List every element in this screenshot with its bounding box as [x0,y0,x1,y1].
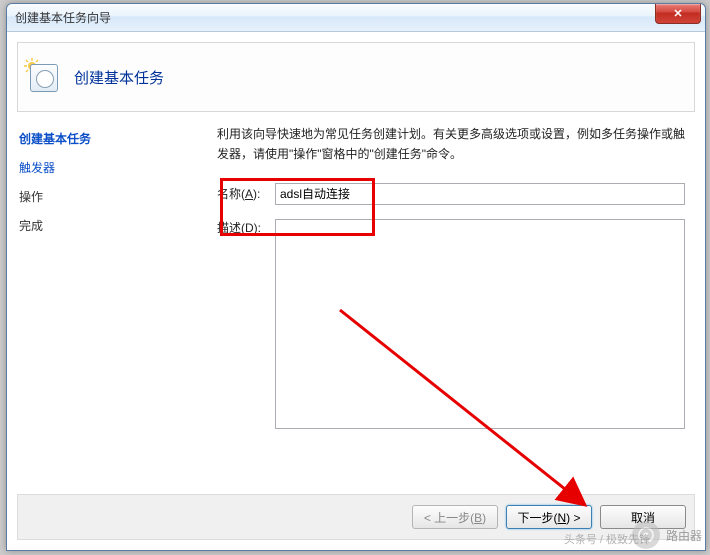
button-footer: < 上一步(B) 下一步(N) > 取消 [17,494,695,540]
page-title: 创建基本任务 [74,67,164,88]
body-split: 创建基本任务 触发器 操作 完成 利用该向导快速地为常见任务创建计划。有关更多高… [17,116,695,498]
next-button[interactable]: 下一步(N) > [506,505,592,529]
content-area: 创建基本任务 创建基本任务 触发器 操作 完成 利用该向导快速地为常见任务创建计… [7,32,705,550]
sidebar-item-action[interactable]: 操作 [17,182,213,211]
window-title: 创建基本任务向导 [15,9,111,26]
name-input[interactable] [275,183,685,205]
wizard-window: 创建基本任务向导 ✕ 创建基本任务 创建基本任务 触发器 操作 完成 利用该向导… [6,3,706,551]
sidebar-item-trigger[interactable]: 触发器 [17,153,213,182]
back-button[interactable]: < 上一步(B) [412,505,498,529]
close-icon: ✕ [673,7,682,20]
watermark-label: 路由器 [666,527,702,544]
watermark-icon [632,521,660,549]
titlebar[interactable]: 创建基本任务向导 ✕ [7,4,705,32]
watermark: 路由器 [632,521,702,549]
task-wizard-icon [26,60,60,94]
description-input[interactable] [275,219,685,429]
close-button[interactable]: ✕ [655,4,701,24]
header-panel: 创建基本任务 [17,42,695,112]
name-label: 名称(A): [217,185,275,202]
wizard-steps-sidebar: 创建基本任务 触发器 操作 完成 [17,116,213,498]
form-area: 利用该向导快速地为常见任务创建计划。有关更多高级选项或设置，例如多任务操作或触发… [213,116,695,498]
description-row: 描述(D): [217,219,685,429]
sidebar-item-finish[interactable]: 完成 [17,211,213,240]
name-row: 名称(A): [217,183,685,205]
description-label: 描述(D): [217,219,275,236]
sidebar-item-create-basic-task[interactable]: 创建基本任务 [17,124,213,153]
instruction-text: 利用该向导快速地为常见任务创建计划。有关更多高级选项或设置，例如多任务操作或触发… [217,124,685,165]
